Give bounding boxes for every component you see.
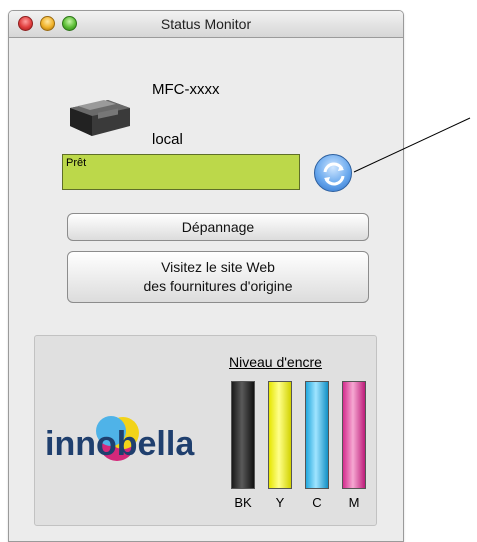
troubleshoot-button[interactable]: Dépannage [67, 213, 369, 241]
innobella-logo: innobella [45, 416, 195, 463]
printer-icon [70, 100, 130, 136]
ink-label-yellow: Y [275, 495, 285, 510]
supplies-button-line2: des fournitures d'origine [143, 278, 293, 294]
title-bar[interactable]: Status Monitor [9, 11, 403, 38]
ink-bar-magenta [342, 381, 366, 489]
ink-bar-black [231, 381, 255, 489]
status-display: Prêt [62, 154, 300, 190]
window-title: Status Monitor [160, 16, 252, 32]
ink-bar-yellow [268, 381, 292, 489]
refresh-icon[interactable] [314, 154, 352, 192]
ink-label-magenta: M [348, 495, 360, 510]
ink-label-cyan: C [312, 495, 322, 510]
ink-label-black: BK [234, 495, 252, 510]
ink-bar-cyan [305, 381, 329, 489]
ink-level-title: Niveau d'encre [229, 354, 322, 370]
status-text: Prêt [66, 157, 87, 169]
status-monitor-window: Status Monitor MFC-xxxx local Prêt Dépan… [8, 10, 404, 542]
supplies-button-line1: Visitez le site Web [161, 259, 275, 275]
device-location: local [152, 131, 183, 148]
supplies-website-button[interactable]: Visitez le site Web des fournitures d'or… [67, 251, 369, 303]
device-model: MFC-xxxx [152, 81, 220, 98]
svg-text:innobella: innobella [45, 425, 195, 463]
